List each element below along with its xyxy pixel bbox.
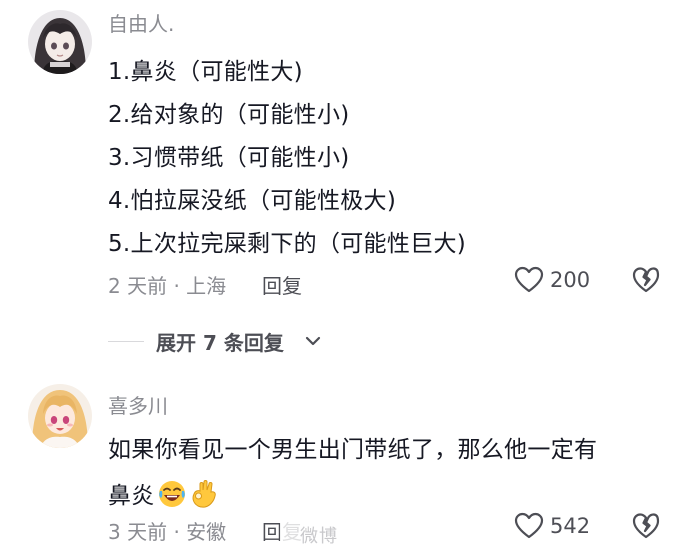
anime-girl-dark-hair-avatar-icon	[28, 10, 92, 74]
anime-girl-blonde-hair-avatar-icon	[28, 384, 92, 448]
comment-text-line: 1.鼻炎（可能性大)	[108, 59, 303, 85]
username[interactable]: 喜多川	[108, 390, 168, 419]
expand-replies-button[interactable]: 展开 7 条回复	[108, 326, 408, 356]
ok-hand-emoji-icon	[192, 480, 216, 508]
avatar[interactable]	[28, 384, 92, 448]
comment-feed: 自由人. 1.鼻炎（可能性大) 2.给对象的（可能性小) 3.习惯带纸（可能性小…	[0, 0, 690, 558]
comment-time-location: 2 天前 · 上海	[108, 274, 227, 298]
comment-item: 自由人. 1.鼻炎（可能性大) 2.给对象的（可能性小) 3.习惯带纸（可能性小…	[0, 0, 690, 300]
avatar[interactable]	[28, 10, 92, 74]
comment-text-line: 4.怕拉屎没纸（可能性极大)	[108, 188, 397, 214]
like-count: 542	[550, 514, 591, 538]
heart-icon[interactable]	[514, 512, 544, 540]
comment-text-line: 3.习惯带纸（可能性小)	[108, 145, 350, 171]
comment-text: 鼻炎	[108, 483, 155, 509]
divider	[108, 341, 144, 342]
comment-text-line: 2.给对象的（可能性小)	[108, 102, 350, 128]
reply-button[interactable]: 回复	[262, 270, 302, 299]
heart-icon[interactable]	[514, 266, 544, 294]
laughing-crying-emoji-icon	[158, 481, 185, 507]
broken-heart-icon[interactable]	[632, 512, 660, 540]
like-count: 200	[550, 268, 591, 292]
comment-text-line: 5.上次拉完屎剩下的（可能性巨大)	[108, 231, 467, 257]
comment-text-line: 如果你看见一个男生出门带纸了，那么他一定有	[108, 437, 598, 463]
comment-time-location: 3 天前 · 安徽	[108, 520, 227, 544]
watermark: 微博	[300, 526, 338, 547]
chevron-down-icon	[305, 336, 321, 346]
expand-replies-label: 展开 7 条回复	[156, 331, 284, 355]
username[interactable]: 自由人.	[108, 8, 174, 37]
broken-heart-icon[interactable]	[632, 266, 660, 294]
comment-text-line: 鼻炎	[108, 476, 219, 510]
